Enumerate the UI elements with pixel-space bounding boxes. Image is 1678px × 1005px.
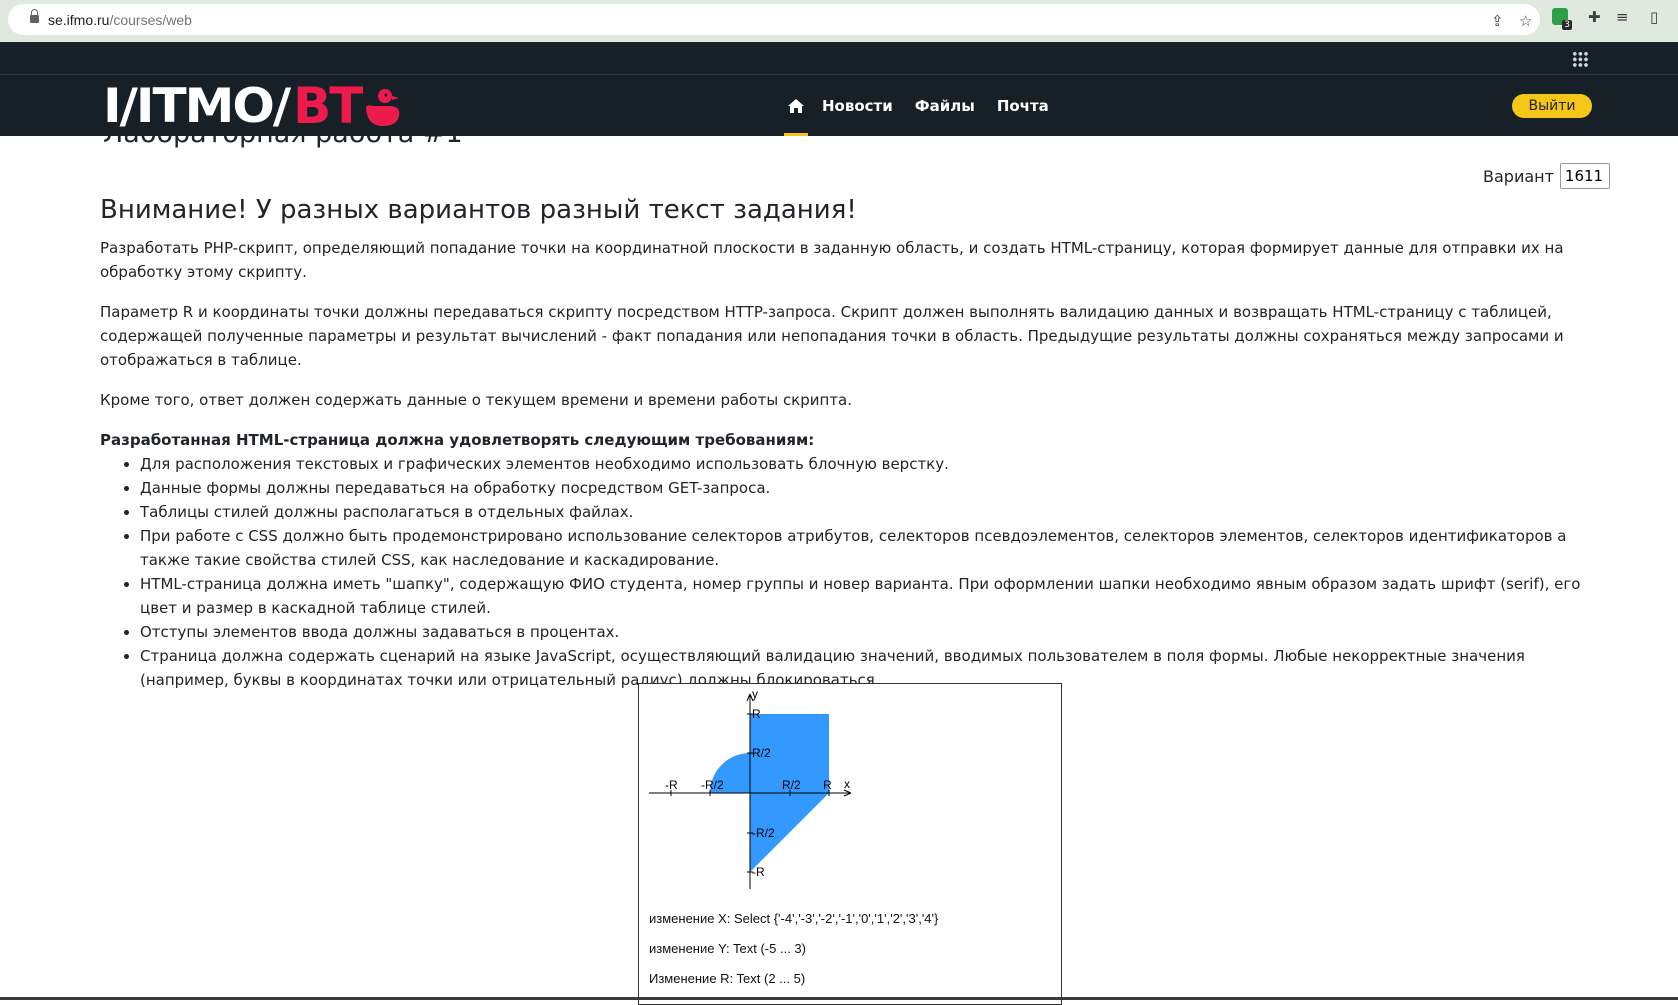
list-item: Отступы элементов ввода должны задаватьс… [140, 620, 1600, 644]
nav-home[interactable] [776, 75, 816, 136]
requirements-heading: Разработанная HTML-страница должна удовл… [100, 431, 815, 449]
variant-label: Вариант [1483, 166, 1554, 186]
attention-heading: Внимание! У разных вариантов разный текс… [100, 195, 857, 225]
url-path: /courses/web [109, 12, 192, 28]
caption-r: Изменение R: Text (2 ... 5) [649, 971, 806, 986]
apps-grid-icon[interactable] [1572, 51, 1588, 67]
main-nav: Новости Файлы Почта [776, 75, 1049, 136]
url-host: se.ifmo.ru [48, 12, 110, 28]
tick-label: R/2 [752, 746, 771, 760]
tick-label: R [752, 707, 761, 721]
extension-shield-icon[interactable]: 3 [1552, 8, 1572, 30]
site-header: I/ITMO/ BT Новости Файлы Почта Выйти [0, 75, 1678, 136]
browser-toolbar: se.ifmo.ru/courses/web ⇪ ☆ 3 ✚ ≡ ▯ [0, 0, 1678, 42]
caption-x: изменение X: Select {'-4','-3','-2','-1'… [649, 911, 939, 926]
area-figure: y x R R/2 -R -R/2 R/2 R -R/2 -R изменени… [638, 683, 1062, 1005]
logo-itmo-text: I/ITMO/ [103, 78, 291, 134]
nav-files[interactable]: Файлы [915, 97, 975, 115]
tick-label: -R/2 [752, 826, 775, 840]
paragraph-2: Параметр R и координаты точки должны пер… [100, 303, 1564, 369]
y-axis-label: y [752, 687, 758, 701]
address-bar[interactable]: se.ifmo.ru/courses/web ⇪ ☆ [8, 4, 1540, 35]
itmo-logo[interactable]: I/ITMO/ BT [103, 77, 403, 135]
area-diagram: y x R R/2 -R -R/2 R/2 R -R/2 -R [649, 687, 852, 889]
list-item: Для расположения текстовых и графических… [140, 452, 1600, 476]
caption-y: изменение Y: Text (-5 ... 3) [649, 941, 806, 956]
puzzle-extensions-icon[interactable]: ✚ [1588, 8, 1601, 26]
assignment-content: Внимание! У разных вариантов разный текс… [100, 190, 1600, 692]
logo-bt-text: BT [293, 77, 363, 135]
extension-badge-count: 3 [1562, 20, 1572, 30]
list-item: При работе с CSS должно быть продемонстр… [140, 524, 1600, 572]
nav-news[interactable]: Новости [822, 97, 893, 115]
bookmark-star-icon[interactable]: ☆ [1519, 12, 1532, 30]
list-item: Данные формы должны передаваться на обра… [140, 476, 1600, 500]
tick-label: -R [752, 865, 765, 879]
tick-label: R [823, 778, 832, 792]
tick-label: -R [665, 778, 678, 792]
lock-icon[interactable] [30, 9, 39, 23]
reading-list-icon[interactable]: ≡ [1616, 8, 1629, 26]
tick-label: R/2 [782, 778, 801, 792]
nav-mail[interactable]: Почта [997, 97, 1049, 115]
list-item: Таблицы стилей должны располагаться в от… [140, 500, 1600, 524]
side-panel-icon[interactable]: ▯ [1650, 8, 1658, 26]
home-icon [788, 98, 804, 113]
url-text[interactable]: se.ifmo.ru/courses/web [48, 12, 192, 28]
logout-button[interactable]: Выйти [1512, 94, 1592, 118]
top-strip [0, 42, 1678, 75]
list-item: HTML-страница должна иметь "шапку", соде… [140, 572, 1600, 620]
variant-selector: Вариант [1483, 163, 1610, 189]
variant-input[interactable] [1559, 163, 1610, 189]
tick-label: -R/2 [701, 778, 724, 792]
share-icon[interactable]: ⇪ [1491, 12, 1504, 30]
duck-logo-icon [366, 89, 400, 126]
paragraph-3: Кроме того, ответ должен содержать данны… [100, 391, 853, 409]
requirements-list: Для расположения текстовых и графических… [100, 452, 1600, 692]
paragraph-1: Разработать PHP-скрипт, определяющий поп… [100, 239, 1564, 281]
x-axis-label: x [844, 777, 850, 791]
